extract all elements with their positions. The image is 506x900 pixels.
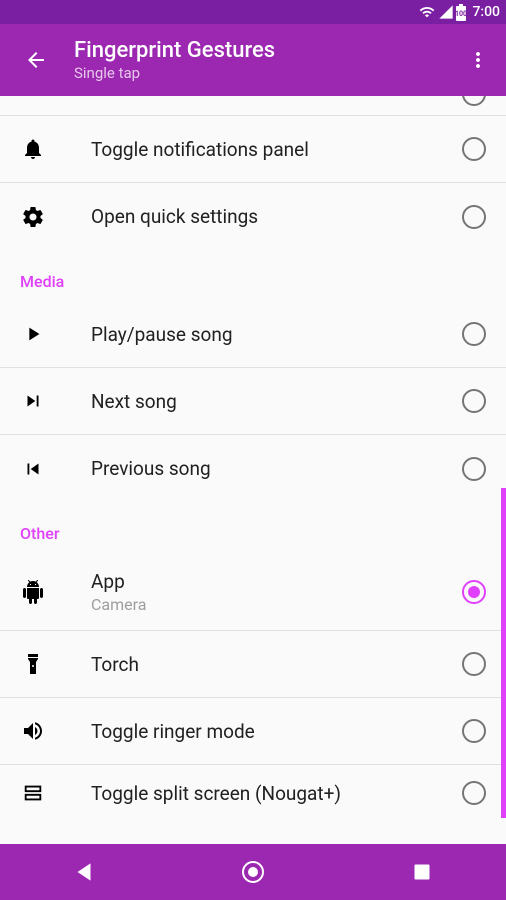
- radio-off-icon: [462, 652, 486, 676]
- radio-off-icon: [462, 389, 486, 413]
- signal-icon: [438, 4, 454, 20]
- status-bar: 100 7:00: [0, 0, 506, 24]
- row-label: Toggle notifications panel: [91, 138, 462, 161]
- list-item-torch[interactable]: Torch: [0, 631, 506, 698]
- back-button[interactable]: [16, 40, 56, 80]
- list-item-splitscreen[interactable]: Toggle split screen (Nougat+): [0, 765, 506, 821]
- list-item-quicksettings[interactable]: Open quick settings: [0, 183, 506, 250]
- list-item-ringer[interactable]: Toggle ringer mode: [0, 698, 506, 765]
- list-item-notifications[interactable]: Toggle notifications panel: [0, 116, 506, 183]
- android-icon: [21, 580, 45, 604]
- navigation-bar: [0, 844, 506, 900]
- radio-off-icon: [462, 205, 486, 229]
- page-subtitle: Single tap: [74, 64, 275, 82]
- radio-off-icon: [462, 322, 486, 346]
- nav-back-icon: [71, 859, 97, 885]
- row-label: Toggle ringer mode: [91, 720, 462, 743]
- row-label: Play/pause song: [91, 323, 462, 346]
- radio-off-icon: [462, 719, 486, 743]
- skip-next-icon: [22, 390, 44, 412]
- nav-home-icon: [241, 860, 265, 884]
- radio-off-icon: [462, 137, 486, 161]
- row-label: Open quick settings: [91, 205, 462, 228]
- svg-text:100: 100: [456, 10, 466, 18]
- settings-list[interactable]: Toggle notifications panel Open quick se…: [0, 96, 506, 844]
- scroll-indicator[interactable]: [501, 488, 506, 818]
- section-header-media: Media: [0, 250, 506, 301]
- split-screen-icon: [22, 782, 44, 804]
- radio-off-icon: [462, 457, 486, 481]
- row-label: Toggle split screen (Nougat+): [91, 782, 462, 805]
- list-item-app[interactable]: App Camera: [0, 553, 506, 631]
- nav-recent-icon: [412, 862, 432, 882]
- nav-back-button[interactable]: [44, 852, 124, 892]
- nav-home-button[interactable]: [213, 852, 293, 892]
- overflow-menu-button[interactable]: [458, 40, 498, 80]
- bell-icon: [21, 137, 45, 161]
- list-item-playpause[interactable]: Play/pause song: [0, 301, 506, 368]
- row-sublabel: Camera: [91, 595, 462, 614]
- list-item-prevsong[interactable]: Previous song: [0, 435, 506, 502]
- wifi-icon: [418, 4, 436, 20]
- volume-icon: [21, 719, 45, 743]
- list-item-nextsong[interactable]: Next song: [0, 368, 506, 435]
- status-time: 7:00: [472, 4, 500, 20]
- radio-off-icon: [462, 781, 486, 805]
- row-label: Next song: [91, 390, 462, 413]
- row-label: Torch: [91, 653, 462, 676]
- play-icon: [22, 323, 44, 345]
- list-item-partial[interactable]: [0, 96, 506, 116]
- row-label: Previous song: [91, 457, 462, 480]
- nav-recent-button[interactable]: [382, 852, 462, 892]
- page-title: Fingerprint Gestures: [74, 38, 275, 63]
- battery-icon: 100: [456, 4, 466, 21]
- flashlight-icon: [21, 652, 45, 676]
- gear-icon: [21, 205, 45, 229]
- radio-off-icon: [462, 96, 486, 106]
- more-vert-icon: [466, 48, 490, 72]
- section-header-other: Other: [0, 502, 506, 553]
- radio-on-icon: [462, 580, 486, 604]
- skip-previous-icon: [22, 458, 44, 480]
- arrow-back-icon: [24, 48, 48, 72]
- row-label: App: [91, 570, 462, 593]
- app-bar: Fingerprint Gestures Single tap: [0, 24, 506, 96]
